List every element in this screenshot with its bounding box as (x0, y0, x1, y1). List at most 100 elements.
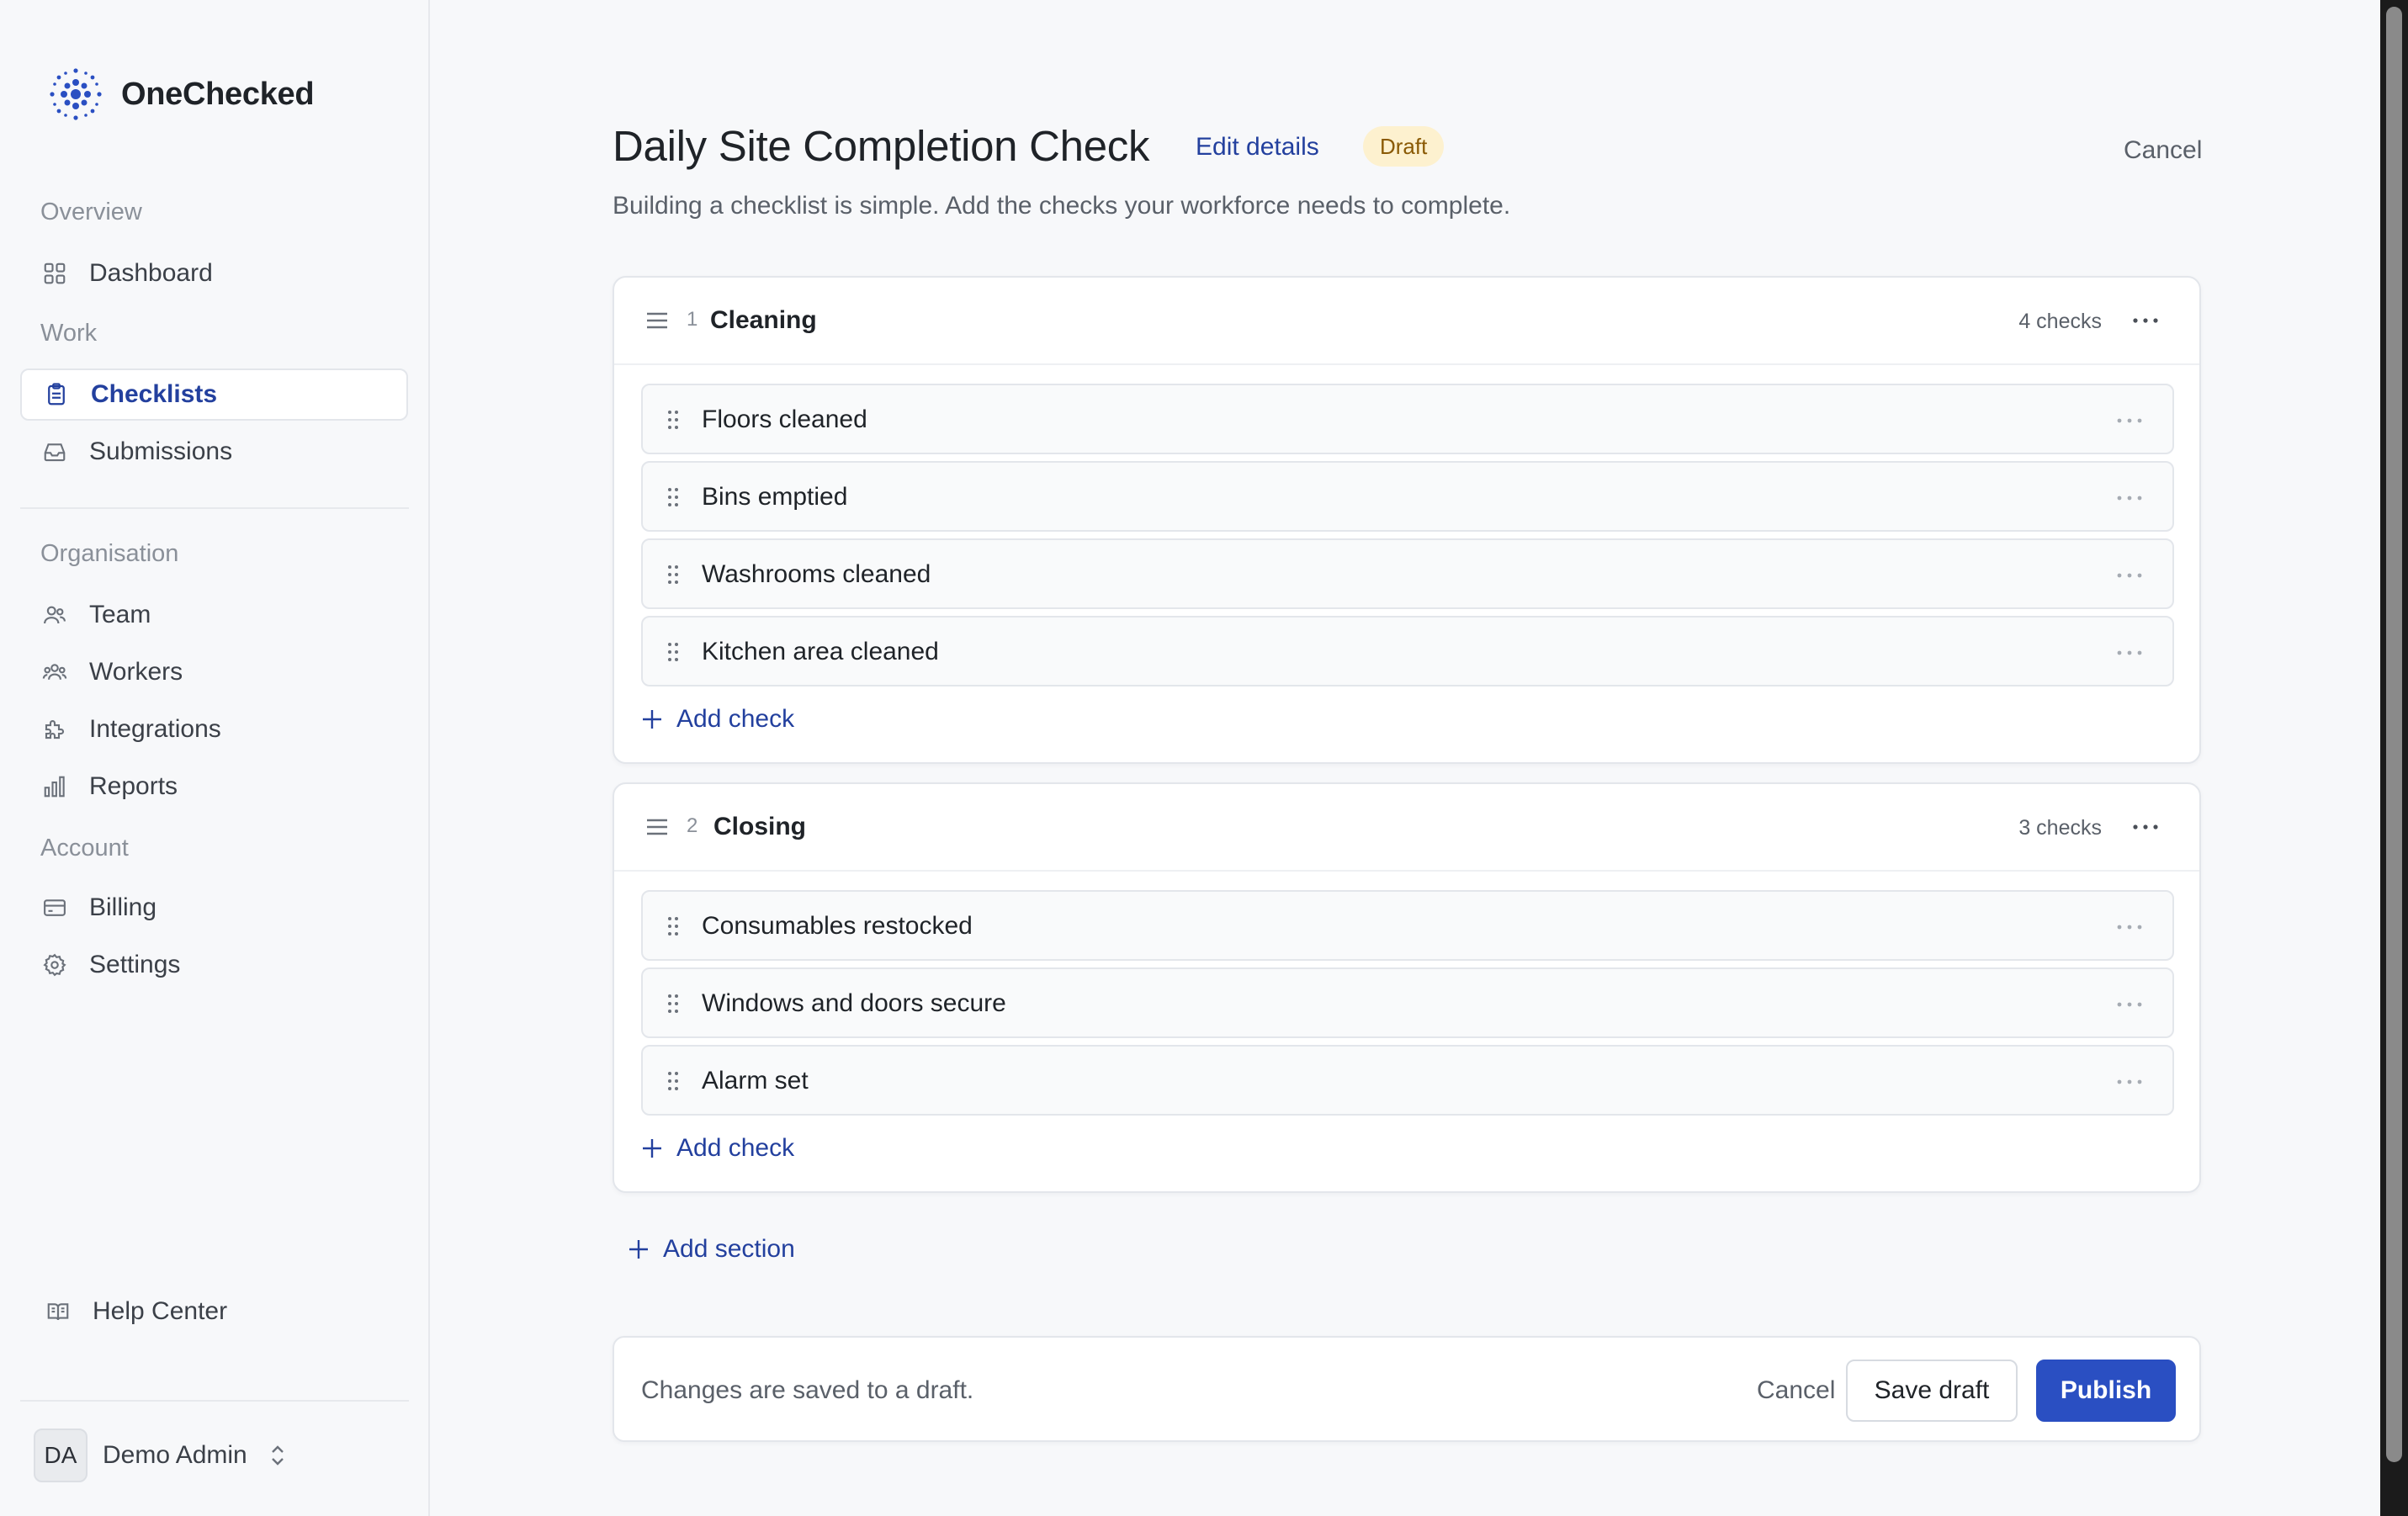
check-label: Windows and doors secure (702, 989, 1006, 1017)
cancel-button[interactable]: Cancel (1757, 1376, 1835, 1405)
more-options-icon[interactable] (2130, 814, 2161, 840)
check-label: Consumables restocked (702, 912, 973, 940)
more-options-icon[interactable] (2130, 308, 2161, 333)
check-item[interactable]: Bins emptied (641, 461, 2174, 532)
plus-icon (643, 710, 661, 729)
check-count: 3 checks (2018, 816, 2102, 840)
save-draft-button[interactable]: Save draft (1846, 1360, 2018, 1422)
more-options-icon[interactable] (2115, 640, 2144, 665)
help-center-link[interactable]: Help Center (44, 1297, 227, 1326)
cancel-link[interactable]: Cancel (2124, 136, 2202, 165)
sidebar-item-label: Submissions (89, 437, 233, 465)
checklist-section: 1 Cleaning 4 checks Floors cleaned Bins … (613, 276, 2201, 764)
brand-name: OneChecked (121, 76, 315, 112)
draft-note: Changes are saved to a draft. (641, 1376, 974, 1404)
drag-handle-icon[interactable] (644, 310, 670, 331)
section-title[interactable]: Cleaning (710, 306, 817, 335)
more-options-icon[interactable] (2115, 485, 2144, 511)
sidebar-divider (20, 507, 409, 509)
user-menu[interactable]: DA Demo Admin (34, 1429, 288, 1482)
check-label: Floors cleaned (702, 406, 867, 433)
sidebar-item-reports[interactable]: Reports (20, 761, 408, 813)
puzzle-icon (40, 715, 69, 744)
sidebar-item-team[interactable]: Team (20, 589, 408, 641)
add-check-label: Add check (676, 1134, 795, 1162)
drag-handle-icon[interactable] (666, 486, 680, 508)
section-header: 2 Closing 3 checks (614, 784, 2199, 872)
drag-handle-icon[interactable] (666, 1070, 680, 1092)
sidebar-item-label: Team (89, 601, 151, 628)
bar-chart-icon (40, 772, 69, 801)
page-subtitle: Building a checklist is simple. Add the … (613, 192, 1511, 220)
credit-card-icon (40, 893, 69, 922)
drag-handle-icon[interactable] (666, 993, 680, 1015)
sidebar-item-label: Billing (89, 893, 157, 921)
check-label: Kitchen area cleaned (702, 638, 939, 665)
more-options-icon[interactable] (2115, 1069, 2144, 1095)
action-bar: Changes are saved to a draft. Cancel Sav… (613, 1336, 2201, 1442)
add-section-button[interactable]: Add section (628, 1235, 795, 1264)
sidebar-item-label: Settings (89, 951, 181, 978)
more-options-icon[interactable] (2115, 563, 2144, 588)
checklist-section: 2 Closing 3 checks Consumables restocked (613, 782, 2201, 1193)
check-item[interactable]: Kitchen area cleaned (641, 616, 2174, 686)
check-item[interactable]: Washrooms cleaned (641, 538, 2174, 609)
check-item[interactable]: Alarm set (641, 1045, 2174, 1116)
more-options-icon[interactable] (2115, 914, 2144, 940)
dots-logo-icon (50, 68, 102, 120)
check-count: 4 checks (2018, 310, 2102, 333)
sidebar-item-integrations[interactable]: Integrations (20, 703, 408, 755)
status-badge: Draft (1363, 126, 1445, 167)
sidebar: OneChecked Overview Dashboard Work Check… (0, 0, 430, 1516)
sidebar-item-settings[interactable]: Settings (20, 939, 408, 991)
help-center-label: Help Center (93, 1297, 228, 1325)
scrollbar[interactable] (2380, 0, 2408, 1516)
drag-handle-icon[interactable] (666, 409, 680, 431)
sidebar-divider (20, 1400, 409, 1402)
nav-group-overview: Overview (40, 199, 142, 225)
book-icon (44, 1297, 72, 1326)
sidebar-item-checklists[interactable]: Checklists (20, 368, 408, 421)
more-options-icon[interactable] (2115, 408, 2144, 433)
sidebar-item-label: Workers (89, 658, 183, 686)
main-content: Daily Site Completion Check Edit details… (432, 0, 2380, 1516)
avatar: DA (34, 1429, 88, 1482)
sidebar-item-billing[interactable]: Billing (20, 882, 408, 934)
sidebar-item-label: Checklists (91, 380, 218, 408)
check-label: Alarm set (702, 1067, 809, 1095)
sidebar-item-submissions[interactable]: Submissions (20, 426, 408, 478)
sidebar-item-workers[interactable]: Workers (20, 646, 408, 698)
publish-button[interactable]: Publish (2036, 1360, 2176, 1422)
section-title[interactable]: Closing (713, 813, 806, 841)
brand[interactable]: OneChecked (44, 62, 315, 126)
check-item[interactable]: Windows and doors secure (641, 967, 2174, 1038)
add-check-button[interactable]: Add check (641, 1134, 794, 1163)
drag-handle-icon[interactable] (644, 816, 670, 838)
more-options-icon[interactable] (2115, 992, 2144, 1017)
add-check-label: Add check (676, 705, 795, 733)
add-check-button[interactable]: Add check (641, 705, 794, 734)
sidebar-item-label: Dashboard (89, 259, 213, 287)
drag-handle-icon[interactable] (666, 915, 680, 937)
drag-handle-icon[interactable] (666, 641, 680, 663)
check-item[interactable]: Floors cleaned (641, 384, 2174, 454)
drag-handle-icon[interactable] (666, 564, 680, 586)
plus-icon (629, 1240, 648, 1259)
chevron-up-down-icon (271, 1445, 284, 1466)
user-name: Demo Admin (103, 1441, 247, 1469)
clipboard-icon (42, 380, 71, 409)
section-number: 1 (687, 308, 698, 331)
gear-icon (40, 951, 69, 979)
check-item[interactable]: Consumables restocked (641, 890, 2174, 961)
nav-group-organisation: Organisation (40, 540, 179, 567)
check-label: Washrooms cleaned (702, 560, 931, 588)
scrollbar-thumb[interactable] (2386, 7, 2402, 1462)
sidebar-item-label: Integrations (89, 715, 221, 743)
sidebar-item-label: Reports (89, 772, 178, 800)
section-header: 1 Cleaning 4 checks (614, 278, 2199, 365)
grid-icon (40, 259, 69, 288)
sidebar-item-dashboard[interactable]: Dashboard (20, 247, 408, 299)
section-number: 2 (687, 814, 698, 837)
edit-details-link[interactable]: Edit details (1196, 133, 1319, 162)
add-section-label: Add section (663, 1235, 795, 1263)
